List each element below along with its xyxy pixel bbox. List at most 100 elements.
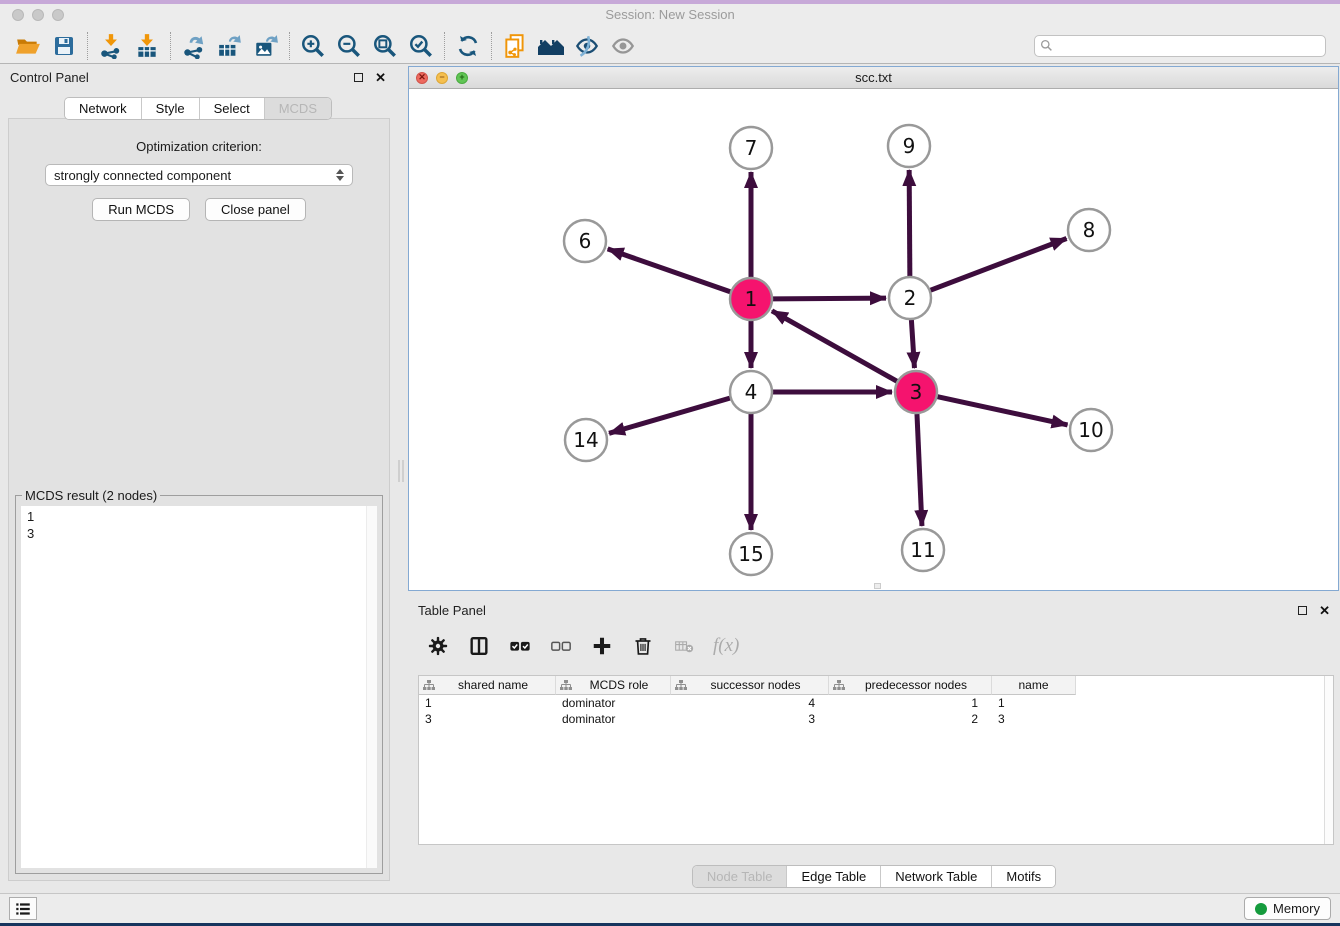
frame-resize-grip[interactable]: [874, 583, 881, 589]
svg-text:9: 9: [903, 134, 916, 158]
tab-node-table[interactable]: Node Table: [693, 866, 788, 887]
open-session-icon[interactable]: [10, 31, 46, 61]
network-frame-titlebar[interactable]: ✕ − + scc.txt: [409, 67, 1338, 89]
column-header-predecessor-nodes[interactable]: predecessor nodes: [829, 676, 992, 695]
graph-node-7[interactable]: 7: [730, 127, 772, 169]
graph-edge-4-14[interactable]: [609, 398, 730, 433]
delete-column-icon[interactable]: [631, 635, 655, 657]
export-network-icon[interactable]: [176, 31, 212, 61]
task-list-icon: [14, 900, 32, 918]
graph-node-1[interactable]: 1: [730, 278, 772, 320]
table-cell[interactable]: 3: [671, 711, 829, 727]
graph-node-6[interactable]: 6: [564, 220, 606, 262]
column-header-mcds-role[interactable]: MCDS role: [556, 676, 671, 695]
table-cell[interactable]: 4: [671, 695, 829, 711]
graph-edge-2-3[interactable]: [911, 320, 914, 368]
task-history-button[interactable]: [9, 897, 37, 920]
graph-edge-1-6[interactable]: [608, 249, 731, 292]
run-mcds-button[interactable]: Run MCDS: [92, 198, 190, 221]
graph-node-10[interactable]: 10: [1070, 409, 1112, 451]
table-scrollbar[interactable]: [1324, 676, 1333, 844]
criterion-dropdown[interactable]: strongly connected component: [45, 164, 353, 186]
table-cell[interactable]: 1: [992, 695, 1076, 711]
float-table-panel-icon[interactable]: [1298, 606, 1307, 615]
zoom-out-icon[interactable]: [331, 31, 367, 61]
function-builder-icon[interactable]: f(x): [713, 635, 739, 657]
tab-select[interactable]: Select: [200, 98, 265, 119]
table-cell[interactable]: dominator: [556, 695, 671, 711]
show-all-icon[interactable]: [605, 31, 641, 61]
tree-icon: [423, 680, 435, 691]
column-header-shared-name[interactable]: shared name: [419, 676, 556, 695]
graph-edge-2-9[interactable]: [909, 170, 910, 276]
export-table-icon[interactable]: [212, 31, 248, 61]
zoom-in-icon[interactable]: [295, 31, 331, 61]
graph-node-4[interactable]: 4: [730, 371, 772, 413]
graph-node-15[interactable]: 15: [730, 533, 772, 575]
memory-button[interactable]: Memory: [1244, 897, 1331, 920]
table-cell[interactable]: dominator: [556, 711, 671, 727]
tab-network[interactable]: Network: [65, 98, 142, 119]
tab-network-table[interactable]: Network Table: [881, 866, 992, 887]
zoom-fit-icon[interactable]: [367, 31, 403, 61]
control-panel-title: Control Panel: [10, 70, 89, 85]
network-canvas[interactable]: 7 9 6 8 1 2 4 3 14 10 15 11: [409, 90, 1338, 590]
graph-edge-3-11[interactable]: [917, 414, 922, 526]
search-field[interactable]: [1034, 35, 1326, 57]
network-report-icon[interactable]: [497, 31, 533, 61]
table-settings-gear-icon[interactable]: [426, 635, 450, 657]
table-cell[interactable]: 1: [419, 695, 556, 711]
table-panel-tabs: Node TableEdge TableNetwork TableMotifs: [692, 865, 1056, 888]
table-cell[interactable]: 1: [829, 695, 992, 711]
toolbar-divider: [289, 32, 290, 60]
graph-node-14[interactable]: 14: [565, 419, 607, 461]
add-column-icon[interactable]: [590, 635, 614, 657]
save-session-icon[interactable]: [46, 31, 82, 61]
graph-edge-2-8[interactable]: [931, 239, 1067, 291]
tab-mcds[interactable]: MCDS: [265, 98, 331, 119]
toolbar-divider: [87, 32, 88, 60]
column-header-name[interactable]: name: [992, 676, 1076, 695]
graph-edge-3-1[interactable]: [772, 311, 897, 381]
select-all-icon[interactable]: [508, 635, 532, 657]
close-panel-icon[interactable]: ✕: [375, 71, 386, 84]
tab-style[interactable]: Style: [142, 98, 200, 119]
export-image-icon[interactable]: [248, 31, 284, 61]
zoom-selected-icon[interactable]: [403, 31, 439, 61]
float-panel-icon[interactable]: [354, 73, 363, 82]
graph-node-9[interactable]: 9: [888, 125, 930, 167]
panel-splitter-grip[interactable]: [398, 460, 404, 482]
result-scrollbar[interactable]: [366, 506, 377, 868]
table-row[interactable]: 1dominator411: [419, 695, 1333, 711]
mcds-result-title: MCDS result (2 nodes): [22, 488, 160, 503]
svg-text:1: 1: [745, 287, 758, 311]
mcds-result-area[interactable]: 1 3: [21, 506, 377, 868]
table-cell[interactable]: 2: [829, 711, 992, 727]
deselect-all-icon[interactable]: [549, 635, 573, 657]
main-toolbar: [0, 28, 1340, 64]
column-header-successor-nodes[interactable]: successor nodes: [671, 676, 829, 695]
close-panel-button[interactable]: Close panel: [205, 198, 306, 221]
tab-motifs[interactable]: Motifs: [992, 866, 1055, 887]
home-icon[interactable]: [533, 31, 569, 61]
refresh-layout-icon[interactable]: [450, 31, 486, 61]
import-table-icon[interactable]: [129, 31, 165, 61]
search-input[interactable]: [1057, 39, 1320, 53]
table-cell[interactable]: 3: [419, 711, 556, 727]
graph-node-2[interactable]: 2: [889, 277, 931, 319]
table-row[interactable]: 3dominator323: [419, 711, 1333, 727]
import-network-icon[interactable]: [93, 31, 129, 61]
graph-edge-1-2[interactable]: [773, 298, 886, 299]
graph-node-8[interactable]: 8: [1068, 209, 1110, 251]
mcds-panel: Optimization criterion: strongly connect…: [8, 118, 390, 881]
table-cell[interactable]: 3: [992, 711, 1076, 727]
close-table-panel-icon[interactable]: ✕: [1319, 604, 1330, 617]
graph-node-3[interactable]: 3: [895, 371, 937, 413]
hide-selected-icon[interactable]: [569, 31, 605, 61]
graph-edge-3-10[interactable]: [937, 397, 1067, 425]
tab-edge-table[interactable]: Edge Table: [787, 866, 881, 887]
node-table[interactable]: shared nameMCDS rolesuccessor nodesprede…: [418, 675, 1334, 845]
graph-node-11[interactable]: 11: [902, 529, 944, 571]
show-columns-icon[interactable]: [467, 635, 491, 657]
delete-table-icon[interactable]: [672, 636, 696, 656]
